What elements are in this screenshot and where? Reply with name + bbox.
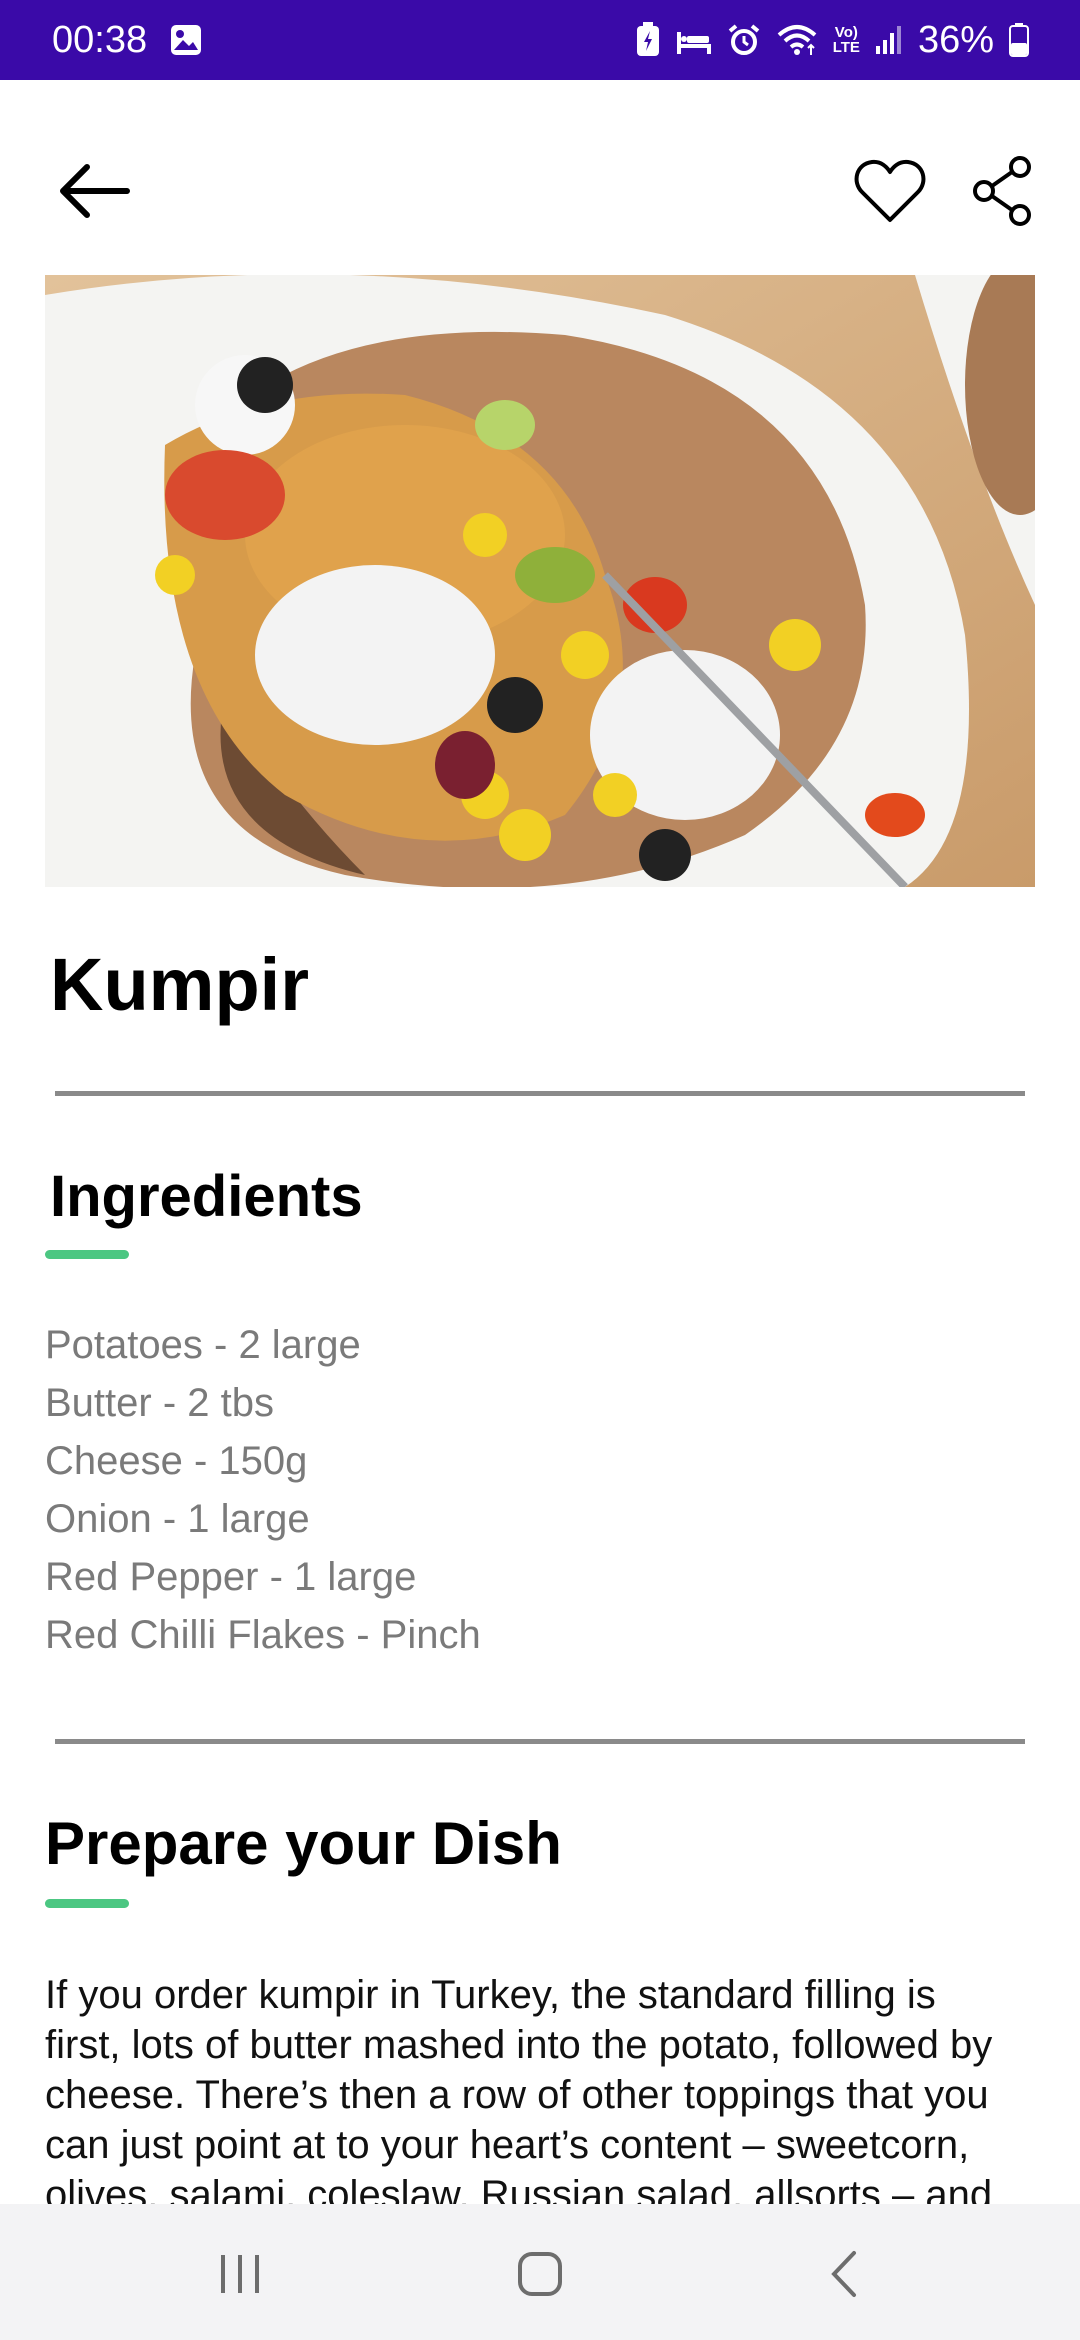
ingredient-item: Butter - 2 tbs	[45, 1381, 274, 1425]
back-button[interactable]	[48, 146, 138, 236]
status-time: 00:38	[52, 18, 148, 61]
ingredients-list: Potatoes - 2 large Butter - 2 tbs Cheese…	[45, 1316, 481, 1664]
status-bar: 00:38 Vo) LTE 36%	[0, 0, 1080, 80]
prepare-line: cheese. There’s then a row of other topp…	[45, 2073, 989, 2117]
ingredients-accent	[45, 1250, 129, 1259]
ingredient-item: Potatoes - 2 large	[45, 1323, 361, 1367]
recipe-image	[45, 275, 1035, 887]
ingredient-item: Onion - 1 large	[45, 1497, 310, 1541]
divider	[55, 1091, 1025, 1096]
signal-icon	[874, 24, 904, 56]
prepare-line: If you order kumpir in Turkey, the stand…	[45, 1973, 936, 2017]
share-button[interactable]	[958, 146, 1048, 236]
volte-label-top: Vo)	[834, 24, 858, 41]
back-arrow-icon	[60, 164, 130, 218]
battery-icon	[1008, 23, 1030, 57]
prepare-line: can just point at to your heart’s conten…	[45, 2123, 970, 2167]
system-nav-bar	[0, 2204, 1080, 2340]
home-button[interactable]	[500, 2234, 580, 2314]
back-icon	[831, 2251, 856, 2297]
wifi-icon	[775, 23, 819, 57]
alarm-icon	[727, 23, 761, 57]
nav-back-button[interactable]	[804, 2234, 884, 2314]
favorite-button[interactable]	[845, 146, 935, 236]
ingredient-item: Cheese - 150g	[45, 1439, 308, 1483]
prepare-description: If you order kumpir in Turkey, the stand…	[45, 1970, 1080, 2220]
prepare-heading: Prepare your Dish	[45, 1810, 562, 1877]
recents-button[interactable]	[200, 2234, 280, 2314]
battery-saver-icon	[635, 22, 661, 58]
recents-icon	[221, 2255, 259, 2293]
home-icon	[518, 2252, 562, 2296]
ingredient-item: Red Pepper - 1 large	[45, 1555, 417, 1599]
recipe-title: Kumpir	[50, 943, 309, 1026]
battery-percent: 36%	[917, 18, 994, 61]
divider	[55, 1739, 1025, 1744]
heart-icon	[854, 159, 926, 222]
prepare-accent	[45, 1899, 129, 1908]
sleep-icon	[675, 24, 713, 56]
app-bar	[0, 80, 1080, 270]
volte-icon: Vo) LTE	[833, 25, 860, 55]
gallery-icon	[169, 23, 203, 57]
share-icon	[973, 156, 1031, 226]
prepare-line: first, lots of butter mashed into the po…	[45, 2023, 993, 2067]
ingredients-heading: Ingredients	[50, 1164, 363, 1229]
ingredient-item: Red Chilli Flakes - Pinch	[45, 1613, 481, 1657]
volte-label-bottom: LTE	[832, 39, 860, 56]
